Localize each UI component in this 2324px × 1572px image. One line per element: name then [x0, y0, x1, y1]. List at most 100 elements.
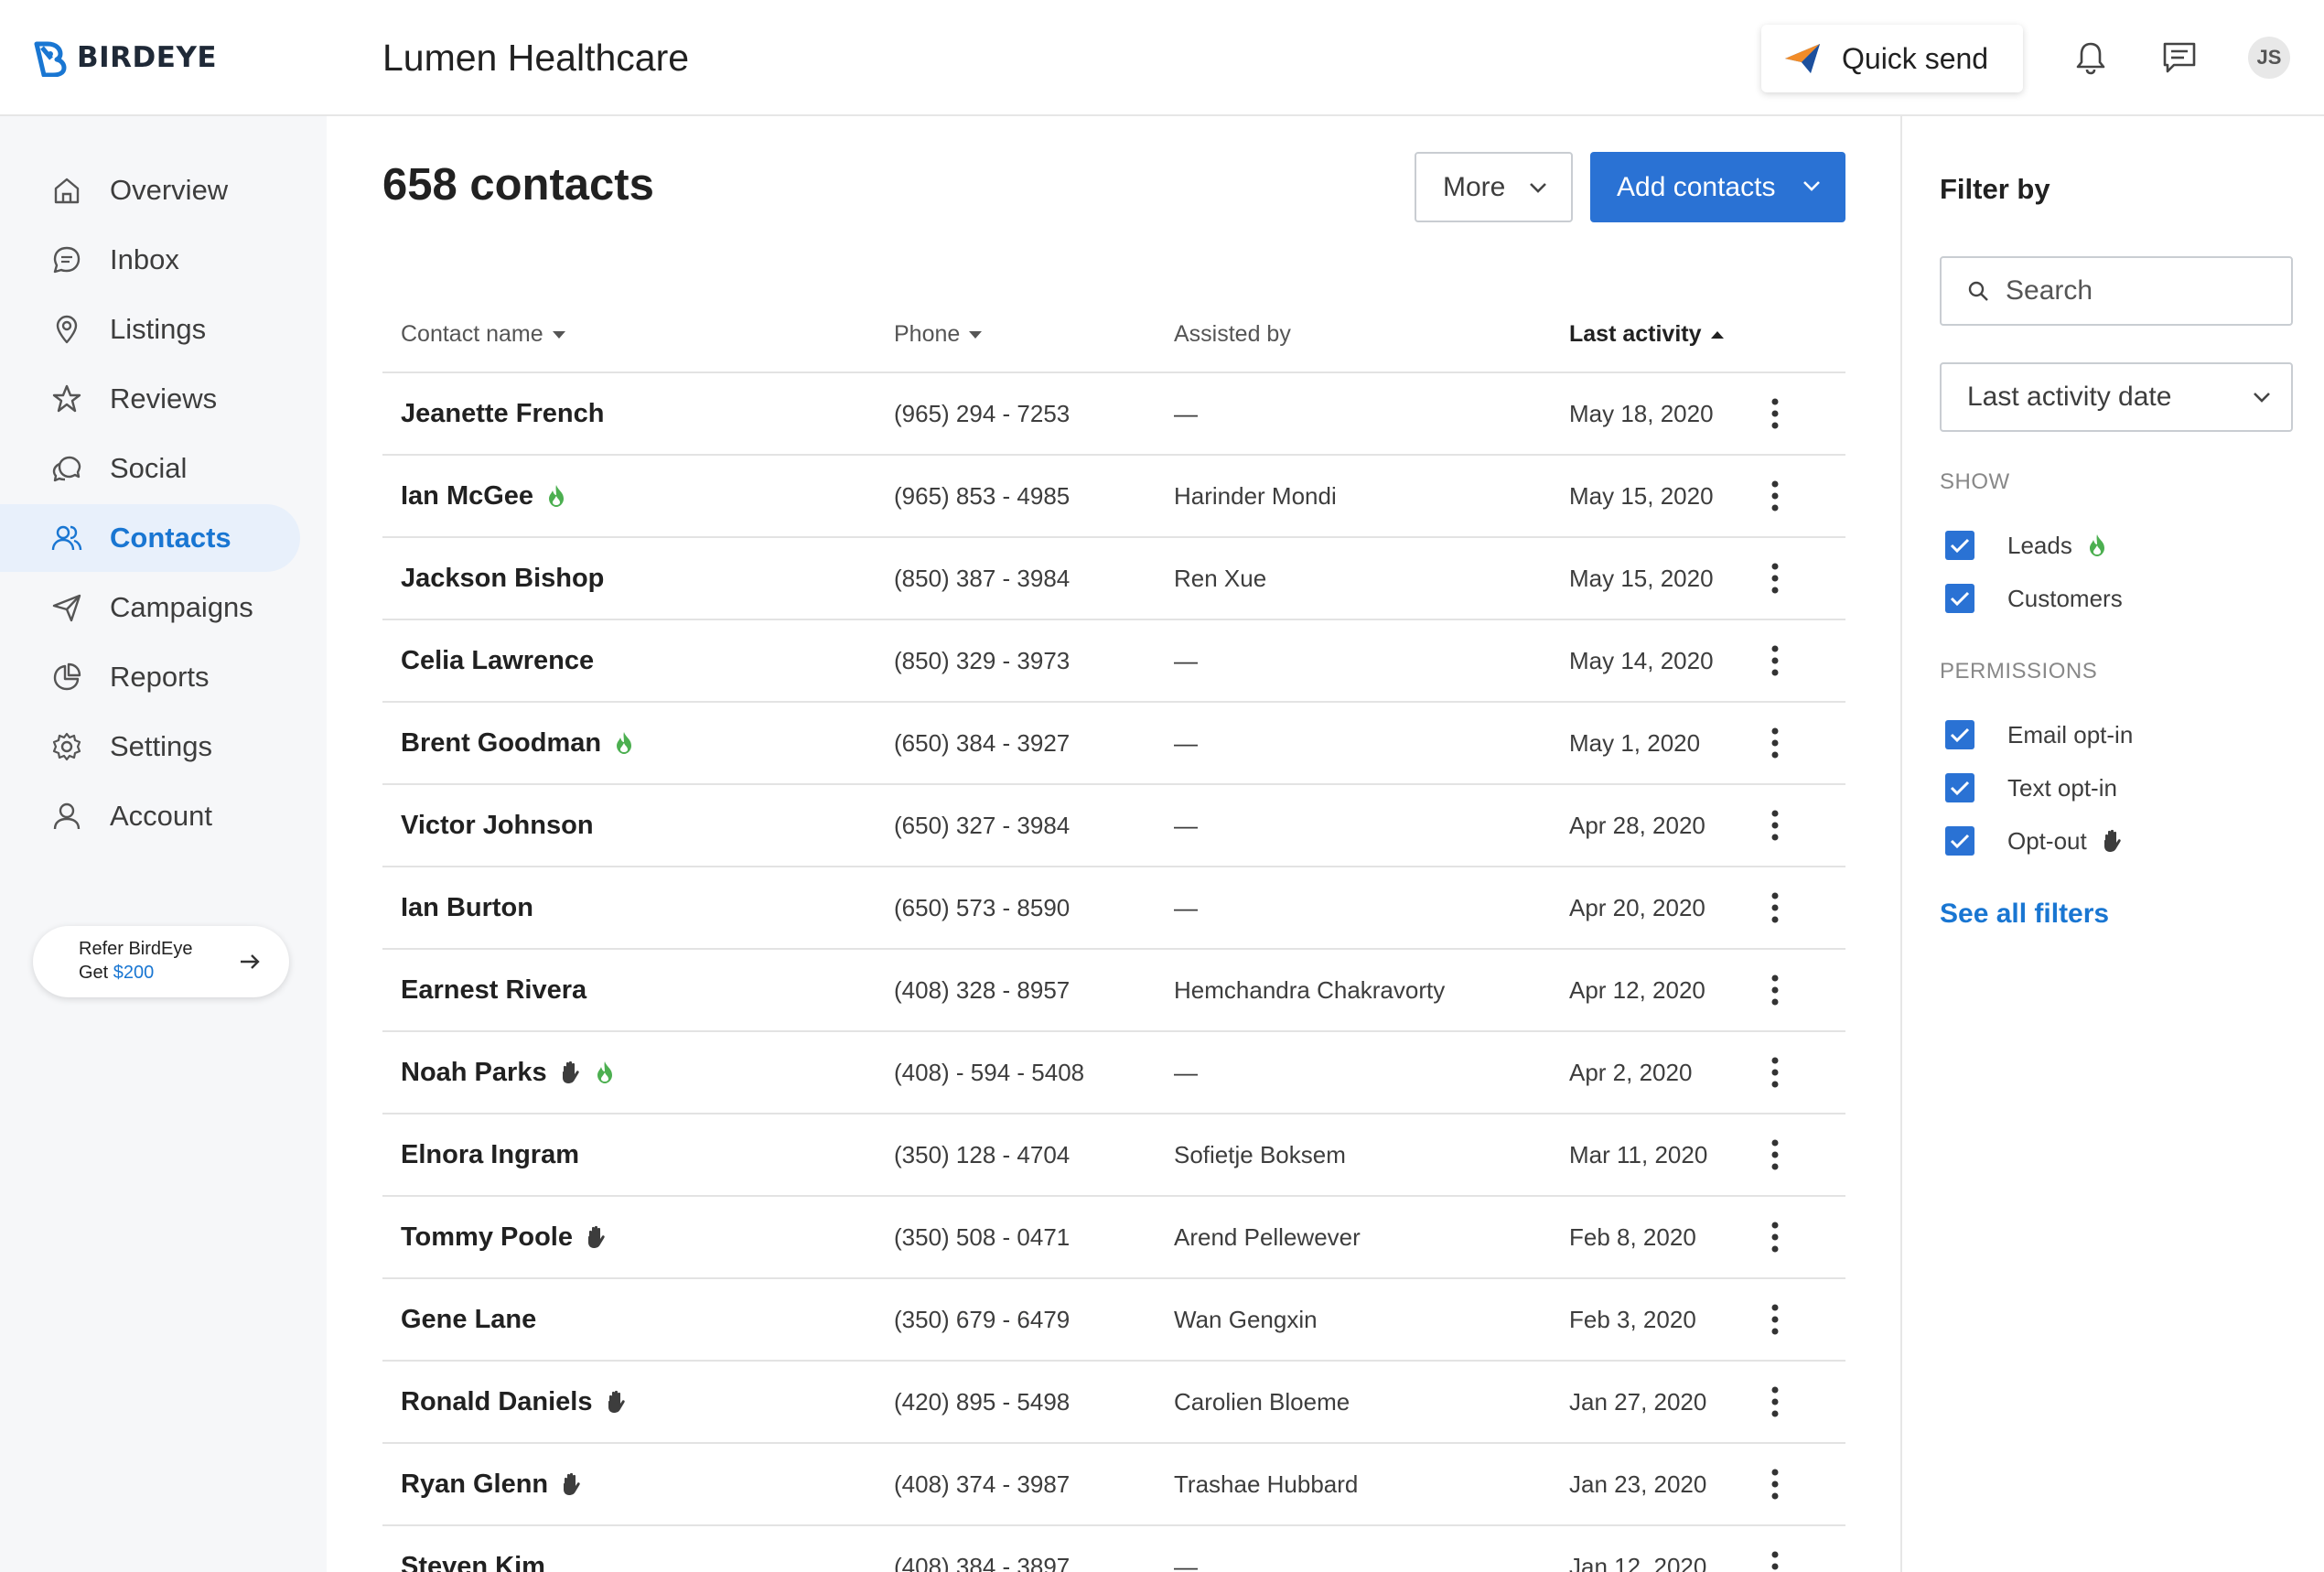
table-row[interactable]: Jackson Bishop (850) 387 - 3984 Ren Xue May…: [382, 538, 1845, 620]
contact-name-cell[interactable]: Noah Parks: [401, 1032, 617, 1113]
row-actions-button[interactable]: [1755, 1032, 1795, 1113]
table-row[interactable]: Jeanette French (965) 294 - 7253 — May 18, …: [382, 373, 1845, 456]
row-actions-button[interactable]: [1755, 867, 1795, 948]
contact-name-cell[interactable]: Gene Lane: [401, 1279, 536, 1360]
contact-name-cell[interactable]: Jeanette French: [401, 373, 604, 454]
checkbox-leads[interactable]: Leads: [1945, 529, 2109, 562]
contact-name[interactable]: Celia Lawrence: [401, 646, 594, 676]
add-contacts-button[interactable]: Add contacts: [1590, 152, 1845, 222]
row-actions-button[interactable]: [1755, 1279, 1795, 1360]
notifications-button[interactable]: [2070, 37, 2112, 79]
contact-name-cell[interactable]: Elnora Ingram: [401, 1114, 579, 1195]
row-actions-button[interactable]: [1755, 1197, 1795, 1277]
quick-send-button[interactable]: Quick send: [1761, 25, 2023, 92]
table-row[interactable]: Earnest Rivera (408) 328 - 8957 Hemchandra…: [382, 950, 1845, 1032]
sort-by-select[interactable]: Last activity date: [1940, 362, 2293, 432]
column-header-contact-name[interactable]: Contact name: [401, 321, 565, 348]
contact-name-cell[interactable]: Ronald Daniels: [401, 1362, 628, 1442]
contact-name[interactable]: Earnest Rivera: [401, 975, 586, 1006]
contact-name[interactable]: Jeanette French: [401, 399, 604, 429]
contact-name-cell[interactable]: Tommy Poole: [401, 1197, 608, 1277]
table-row[interactable]: Ryan Glenn (408) 374 - 3987 Trashae Hubbar…: [382, 1444, 1845, 1526]
sidebar-item-social[interactable]: Social: [0, 435, 300, 502]
contact-name-cell[interactable]: Ryan Glenn: [401, 1444, 583, 1524]
column-header-phone[interactable]: Phone: [894, 321, 983, 348]
row-actions-button[interactable]: [1755, 785, 1795, 866]
contact-name[interactable]: Gene Lane: [401, 1305, 536, 1335]
table-row[interactable]: Gene Lane (350) 679 - 6479 Wan Gengxin Feb …: [382, 1279, 1845, 1362]
contact-name-cell[interactable]: Ian McGee: [401, 456, 568, 536]
checkbox-opt-out[interactable]: Opt-out: [1945, 824, 2124, 857]
refer-birdeye-button[interactable]: Refer BirdEye Get $200: [33, 926, 289, 997]
user-avatar[interactable]: JS: [2248, 37, 2290, 79]
phone-cell: (965) 294 - 7253: [894, 399, 1071, 427]
row-actions-button[interactable]: [1755, 456, 1795, 536]
checkbox-checked[interactable]: [1945, 773, 1974, 802]
row-actions-button[interactable]: [1755, 538, 1795, 619]
contact-name[interactable]: Tommy Poole: [401, 1222, 573, 1253]
row-actions-button[interactable]: [1755, 1444, 1795, 1524]
more-vertical-icon: [1771, 1304, 1779, 1335]
row-actions-button[interactable]: [1755, 703, 1795, 783]
table-row[interactable]: Steven Kim (408) 384 - 3897 — Jan 12, 2020: [382, 1526, 1845, 1572]
row-actions-button[interactable]: [1755, 373, 1795, 454]
row-actions-button[interactable]: [1755, 950, 1795, 1030]
more-button[interactable]: More: [1415, 152, 1573, 222]
sidebar-item-campaigns[interactable]: Campaigns: [0, 574, 300, 641]
checkbox-text-opt-in[interactable]: Text opt-in: [1945, 771, 2117, 804]
birdeye-logo[interactable]: BIRDEYE: [33, 35, 217, 81]
table-row[interactable]: Victor Johnson (650) 327 - 3984 — Apr 28, 2…: [382, 785, 1845, 867]
table-row[interactable]: Ian Burton (650) 573 - 8590 — Apr 20, 2020: [382, 867, 1845, 950]
contact-name[interactable]: Ian Burton: [401, 893, 533, 923]
last-activity-cell: Apr 12, 2020: [1569, 975, 1705, 1004]
messages-button[interactable]: [2158, 37, 2200, 79]
column-header-assisted-by[interactable]: Assisted by: [1174, 321, 1291, 348]
row-actions-button[interactable]: [1755, 1526, 1795, 1572]
contact-name[interactable]: Steven Kim: [401, 1552, 545, 1572]
phone-cell: (850) 329 - 3973: [894, 646, 1071, 674]
contact-name[interactable]: Noah Parks: [401, 1058, 547, 1088]
checkbox-checked[interactable]: [1945, 720, 1974, 749]
contact-name[interactable]: Ronald Daniels: [401, 1387, 593, 1417]
sidebar-item-inbox[interactable]: Inbox: [0, 226, 300, 294]
contact-name-cell[interactable]: Jackson Bishop: [401, 538, 604, 619]
checkbox-checked[interactable]: [1945, 826, 1974, 856]
contact-name[interactable]: Ian McGee: [401, 481, 533, 511]
contact-name-cell[interactable]: Victor Johnson: [401, 785, 594, 866]
row-actions-button[interactable]: [1755, 620, 1795, 701]
table-row[interactable]: Elnora Ingram (350) 128 - 4704 Sofietje Bo…: [382, 1114, 1845, 1197]
contact-name[interactable]: Elnora Ingram: [401, 1140, 579, 1170]
row-actions-button[interactable]: [1755, 1362, 1795, 1442]
contact-name[interactable]: Brent Goodman: [401, 728, 601, 759]
sidebar-item-settings[interactable]: Settings: [0, 713, 300, 781]
column-header-last-activity[interactable]: Last activity: [1569, 321, 1724, 348]
contact-name-cell[interactable]: Steven Kim: [401, 1526, 545, 1572]
row-actions-button[interactable]: [1755, 1114, 1795, 1195]
more-vertical-icon: [1771, 1222, 1779, 1253]
table-row[interactable]: Noah Parks (408) - 594 - 5408 — Apr 2, 2020: [382, 1032, 1845, 1114]
contact-name-cell[interactable]: Earnest Rivera: [401, 950, 586, 1030]
sidebar-item-reports[interactable]: Reports: [0, 643, 300, 711]
see-all-filters-link[interactable]: See all filters: [1940, 899, 2109, 930]
contact-name[interactable]: Ryan Glenn: [401, 1470, 548, 1500]
contact-name-cell[interactable]: Brent Goodman: [401, 703, 636, 783]
contact-name[interactable]: Jackson Bishop: [401, 564, 604, 594]
contact-name-cell[interactable]: Celia Lawrence: [401, 620, 594, 701]
sidebar-item-listings[interactable]: Listings: [0, 296, 300, 363]
table-row[interactable]: Ronald Daniels (420) 895 - 5498 Carolien B…: [382, 1362, 1845, 1444]
contact-name-cell[interactable]: Ian Burton: [401, 867, 533, 948]
sidebar-item-overview[interactable]: Overview: [0, 156, 300, 224]
checkbox-customers[interactable]: Customers: [1945, 582, 2123, 615]
table-row[interactable]: Tommy Poole (350) 508 - 0471 Arend Pellewe…: [382, 1197, 1845, 1279]
table-row[interactable]: Ian McGee (965) 853 - 4985 Harinder Mondi M…: [382, 456, 1845, 538]
checkbox-checked[interactable]: [1945, 531, 1974, 560]
contact-name[interactable]: Victor Johnson: [401, 811, 594, 841]
filter-search-input[interactable]: [2006, 275, 2280, 307]
table-row[interactable]: Brent Goodman (650) 384 - 3927 — May 1, 202…: [382, 703, 1845, 785]
checkbox-email-opt-in[interactable]: Email opt-in: [1945, 718, 2133, 751]
sidebar-item-reviews[interactable]: Reviews: [0, 365, 300, 433]
table-row[interactable]: Celia Lawrence (850) 329 - 3973 — May 14, 2…: [382, 620, 1845, 703]
sidebar-item-contacts[interactable]: Contacts: [0, 504, 300, 572]
sidebar-item-account[interactable]: Account: [0, 782, 300, 850]
checkbox-checked[interactable]: [1945, 584, 1974, 613]
